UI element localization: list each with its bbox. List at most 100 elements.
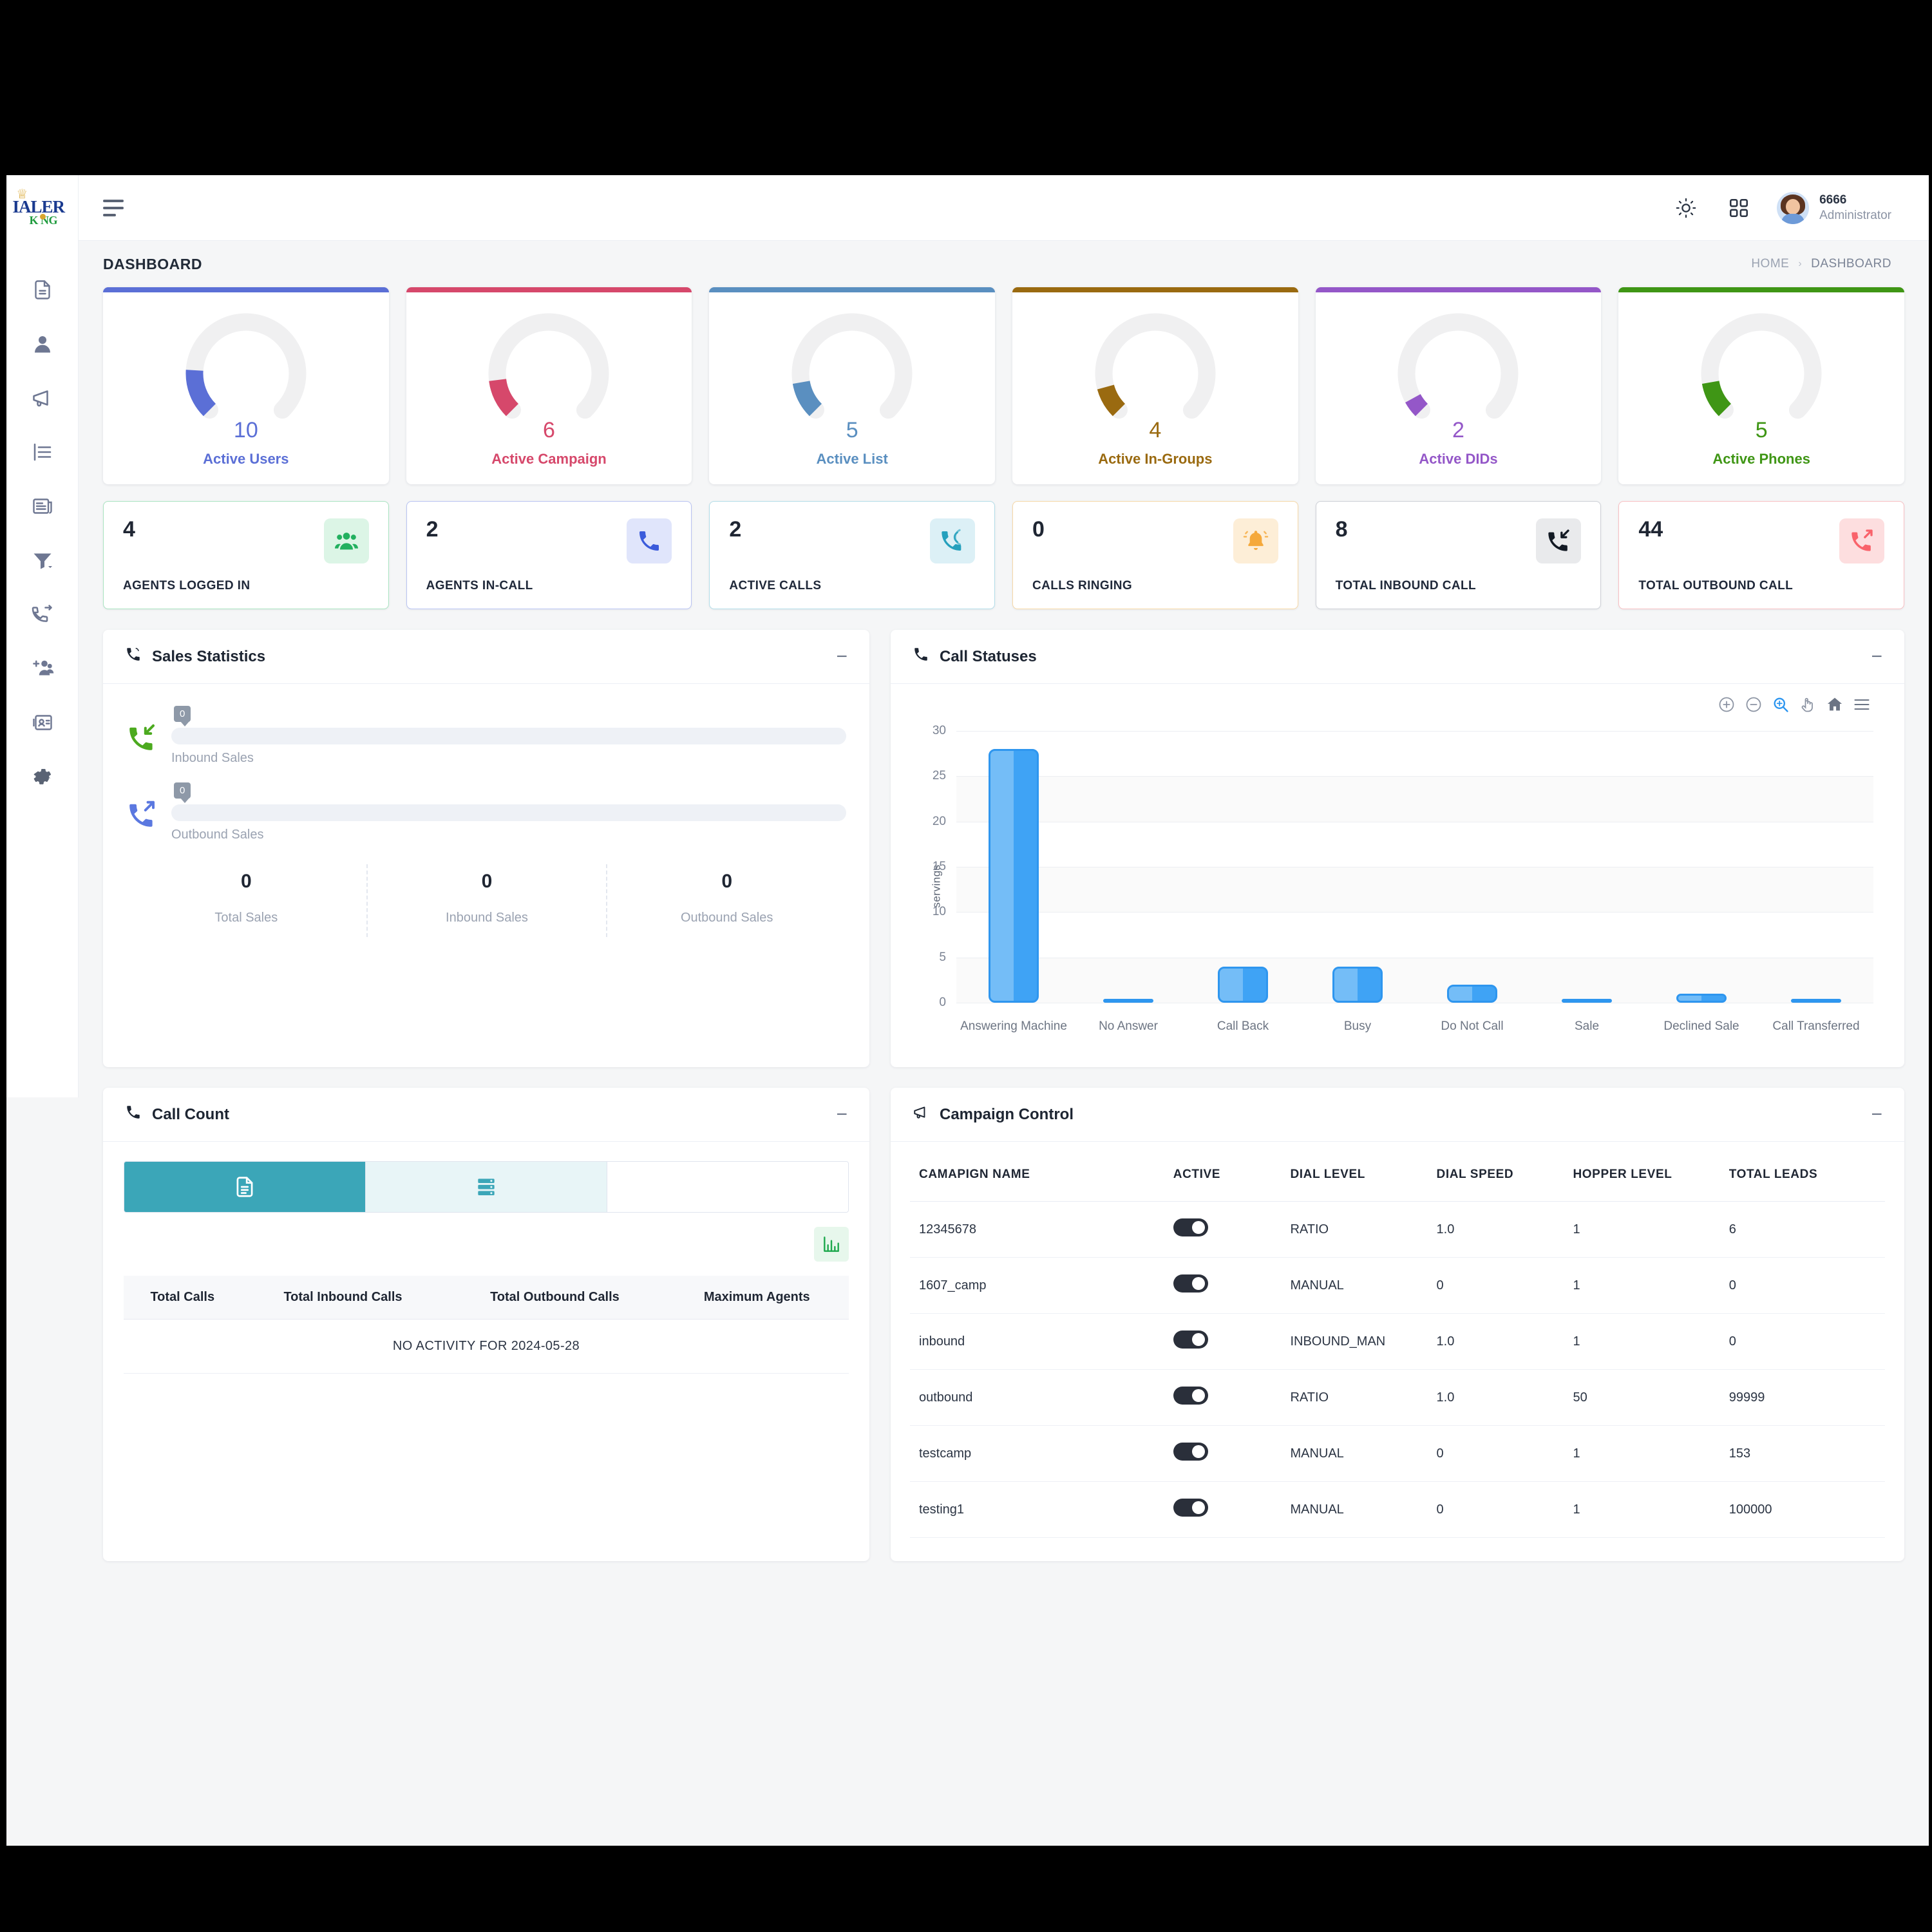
active-toggle[interactable]	[1173, 1331, 1208, 1349]
zoom-out-icon[interactable]	[1745, 696, 1763, 717]
chart-bar-column[interactable]	[1415, 731, 1530, 1003]
chart-bar[interactable]	[1562, 999, 1612, 1003]
table-row: NO ACTIVITY FOR 2024-05-28	[124, 1319, 849, 1374]
active-toggle[interactable]	[1173, 1443, 1208, 1461]
topbar: 6666 Administrator	[79, 175, 1929, 241]
chart-bar-column[interactable]	[1300, 731, 1415, 1003]
campaign-name: 1607_camp	[910, 1257, 1173, 1314]
sales-bar-track	[171, 804, 846, 821]
sidebar-item-users[interactable]	[6, 318, 78, 372]
campaign-name: testcamp	[910, 1425, 1173, 1482]
call-count-view-switch	[124, 1161, 849, 1213]
stat-card: 4 AGENTS LOGGED IN	[103, 501, 389, 609]
call-count-header: Call Count −	[103, 1088, 869, 1142]
call-count-title: Call Count	[152, 1105, 229, 1123]
user-id: 6666	[1819, 193, 1847, 207]
gauge-card: 6 Active Campaign	[406, 287, 692, 484]
user-icon	[31, 332, 54, 359]
phone-icon	[627, 518, 672, 564]
menu-icon[interactable]	[1853, 696, 1871, 717]
bar-chart-icon[interactable]	[814, 1227, 849, 1262]
article-icon	[31, 495, 54, 521]
app-viewport: ♕ IALER K NG 6666 Administrator DASHBOAR…	[6, 175, 1929, 1846]
chart-x-axis-labels: Answering Machine No Answer Call Back Busy D…	[956, 1019, 1873, 1034]
chart-bar-column[interactable]	[1759, 731, 1873, 1003]
call-outbound-icon	[126, 799, 157, 830]
sun-icon[interactable]	[1671, 193, 1701, 223]
segment-report-view[interactable]	[124, 1162, 365, 1212]
sidebar-item-contacts[interactable]	[6, 697, 78, 751]
sidebar-item-filters[interactable]	[6, 535, 78, 589]
table-header-row: Total Calls Total Inbound Calls Total Outb…	[124, 1276, 849, 1320]
gear-icon	[31, 765, 54, 791]
campaign-total-leads: 153	[1728, 1425, 1885, 1482]
sidebar-item-reports[interactable]	[6, 264, 78, 318]
chart-y-tick: 30	[932, 724, 946, 737]
gauge-dial	[1079, 307, 1232, 434]
campaign-active-cell	[1173, 1425, 1291, 1482]
chart-y-tick: 25	[932, 769, 946, 783]
gauge-card: 5 Active List	[709, 287, 995, 484]
call-count-panel: Call Count − Total Calls Total Inbound C…	[103, 1088, 869, 1561]
sidebar-item-settings[interactable]	[6, 751, 78, 805]
chart-toolbar	[910, 696, 1885, 717]
minimize-button[interactable]: −	[836, 647, 848, 667]
grid-apps-icon[interactable]	[1724, 193, 1754, 223]
sidebar-item-scripts[interactable]	[6, 480, 78, 535]
minimize-button[interactable]: −	[1871, 647, 1882, 667]
campaign-control-header: Campaign Control −	[891, 1088, 1904, 1142]
chart-bar-column[interactable]	[1186, 731, 1300, 1003]
chart-bar[interactable]	[1791, 999, 1841, 1003]
minimize-button[interactable]: −	[1871, 1105, 1882, 1124]
user-menu[interactable]: 6666 Administrator	[1777, 191, 1891, 224]
chart-bar-column[interactable]	[956, 731, 1071, 1003]
minimize-button[interactable]: −	[836, 1105, 848, 1124]
call-transfer-icon	[31, 603, 54, 629]
chart-bar-column[interactable]	[1071, 731, 1186, 1003]
call-inbound-icon	[1536, 518, 1582, 564]
gauge-dial	[775, 307, 929, 434]
segment-table-view[interactable]	[365, 1162, 607, 1212]
sidebar-item-callback[interactable]	[6, 589, 78, 643]
campaign-total-leads: 99999	[1728, 1369, 1885, 1426]
home-reset-icon[interactable]	[1826, 696, 1844, 717]
chart-bar[interactable]	[1103, 999, 1153, 1003]
gauge-card: 4 Active In-Groups	[1012, 287, 1298, 484]
breadcrumb-home[interactable]: HOME	[1751, 257, 1789, 271]
call-statuses-panel: Call Statuses − servings 0 5 10 15 20 25…	[891, 630, 1904, 1067]
chart-bar[interactable]	[1447, 984, 1497, 1003]
segment-empty[interactable]	[607, 1162, 848, 1212]
empty-state-message: NO ACTIVITY FOR 2024-05-28	[124, 1319, 849, 1374]
chart-bar-column[interactable]	[1644, 731, 1759, 1003]
brand-logo[interactable]: ♕ IALER K NG	[6, 175, 78, 241]
chart-bar-column[interactable]	[1530, 731, 1644, 1003]
sidebar-item-ingroups[interactable]	[6, 643, 78, 697]
campaign-dial-level: MANUAL	[1290, 1481, 1437, 1538]
chart-bar[interactable]	[1218, 966, 1268, 1003]
sidebar-item-lists[interactable]	[6, 426, 78, 480]
chevron-right-icon: ›	[1798, 258, 1803, 269]
pan-hand-icon[interactable]	[1799, 696, 1817, 717]
campaign-total-leads: 6	[1728, 1201, 1885, 1258]
menu-toggle-icon[interactable]	[103, 194, 131, 222]
stat-card: 0 CALLS RINGING	[1012, 501, 1298, 609]
sidebar-item-campaigns[interactable]	[6, 372, 78, 426]
megaphone-icon	[913, 1104, 929, 1125]
sales-total-label: Outbound Sales	[680, 911, 773, 925]
sales-totals: 0 Total Sales 0 Inbound Sales 0 Outbound Sale…	[126, 864, 846, 937]
selection-zoom-icon[interactable]	[1772, 696, 1790, 717]
page-head: DASHBOARD HOME › DASHBOARD	[79, 241, 1929, 287]
active-toggle[interactable]	[1173, 1387, 1208, 1405]
phone-icon	[913, 646, 929, 667]
campaign-active-cell	[1173, 1257, 1291, 1314]
active-toggle[interactable]	[1173, 1274, 1208, 1293]
table-row: outbound RATIO 1.0 50 99999	[910, 1369, 1885, 1426]
gauge-card: 2 Active DIDs	[1315, 287, 1602, 484]
active-toggle[interactable]	[1173, 1499, 1208, 1517]
zoom-in-icon[interactable]	[1718, 696, 1736, 717]
chart-bar[interactable]	[1332, 966, 1383, 1003]
call-statuses-chart: servings 0 5 10 15 20 25 30 Answering Machine N…	[891, 684, 1904, 1067]
chart-bar[interactable]	[989, 749, 1039, 1003]
active-toggle[interactable]	[1173, 1218, 1208, 1236]
chart-bar[interactable]	[1676, 993, 1727, 1003]
